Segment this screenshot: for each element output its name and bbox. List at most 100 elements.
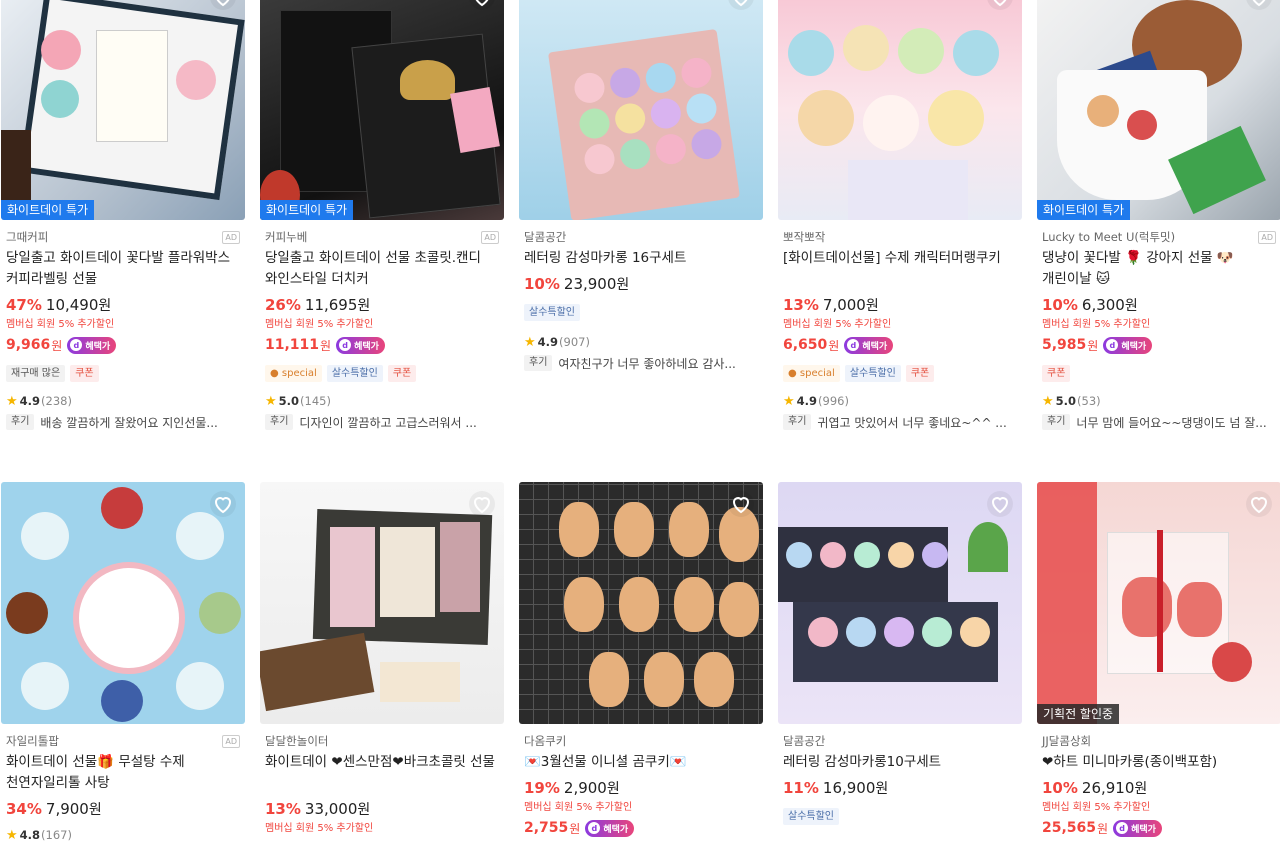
product-title[interactable]: 💌3월선물 이니셜 곰쿠키💌	[524, 752, 758, 773]
artist-name[interactable]: 뽀작뽀작	[783, 229, 825, 245]
chip-coupon: 쿠폰	[70, 364, 99, 382]
product-image[interactable]	[778, 482, 1022, 724]
benefit-badge: d 혜택가	[1113, 819, 1162, 837]
heart-outline-icon	[993, 0, 1007, 7]
review-snippet[interactable]: 여자친구가 너무 좋아하네요 감사...	[558, 355, 735, 372]
discount-rate: 13%	[783, 296, 819, 314]
rating-score: 5.0	[1055, 394, 1077, 408]
ad-label: AD	[1258, 230, 1276, 244]
product-card[interactable]: 달달한놀이터 화이트데이 ❤센스만점❤바크초콜릿 선물 13% 33,000원 멤…	[260, 482, 504, 836]
star-icon: ★	[6, 827, 18, 843]
review-snippet[interactable]: 배송 깔끔하게 잘왔어요 지인선물...	[40, 414, 217, 431]
product-title[interactable]: 댕냥이 꽃다발 🌹 강아지 선물 🐶 개린이날 🐱	[1042, 248, 1276, 290]
review-snippet[interactable]: 디자인이 깔끔하고 고급스러워서 ...	[299, 414, 476, 431]
review-snippet[interactable]: 너무 맘에 들어요~~댕댕이도 넘 잘...	[1076, 414, 1266, 431]
rating-count: (907)	[559, 335, 590, 349]
chip-sale: 살수특할인	[524, 303, 580, 321]
artist-name[interactable]: 달콤공간	[524, 229, 566, 245]
wishlist-button[interactable]	[210, 491, 236, 517]
chocolate-box-illustration	[260, 0, 504, 220]
product-image[interactable]	[1, 482, 245, 724]
wishlist-button[interactable]	[728, 491, 754, 517]
flame-icon: ●	[788, 367, 797, 379]
product-image[interactable]: 기획전 할인중	[1037, 482, 1280, 724]
chip-sale: 살수특할인	[844, 364, 901, 382]
wishlist-button[interactable]	[210, 0, 236, 10]
artist-name[interactable]: 커피누베	[265, 229, 307, 245]
wishlist-button[interactable]	[1246, 491, 1272, 517]
star-icon: ★	[783, 393, 795, 409]
heart-outline-icon	[732, 497, 750, 514]
artist-name[interactable]: 다옴쿠키	[524, 733, 566, 749]
wishlist-button[interactable]	[987, 491, 1013, 517]
artist-name[interactable]: 자일리톨팝	[6, 733, 59, 749]
product-title[interactable]: 화이트데이 ❤센스만점❤바크초콜릿 선물	[265, 752, 499, 794]
dog-bouquet-illustration	[1037, 0, 1280, 220]
product-image[interactable]	[519, 0, 763, 220]
product-card[interactable]: 화이트데이 특가 그때커피 AD 당일출고 화이트데이 꽃다발 플라워박스 커피라…	[1, 0, 245, 431]
chip-coupon: 쿠폰	[387, 364, 417, 382]
product-image[interactable]	[260, 482, 504, 724]
heart-outline-icon	[475, 0, 489, 7]
heart-outline-icon	[216, 0, 230, 7]
bear-cookie-illustration	[519, 482, 763, 724]
product-title[interactable]: 당일출고 화이트데이 선물 초콜릿.캔디 와인스타일 더치커	[265, 248, 499, 290]
review-tag: 후기	[6, 414, 35, 430]
membership-note: 멤버십 회원 5% 추가할인	[6, 319, 115, 330]
macaron-10-box-illustration	[778, 482, 1022, 724]
product-title[interactable]: 당일출고 화이트데이 꽃다발 플라워박스 커피라벨링 선물	[6, 248, 240, 290]
wishlist-button[interactable]	[1246, 0, 1272, 10]
member-price: 5,985	[1042, 337, 1087, 353]
product-image[interactable]: 화이트데이 특가	[1, 0, 245, 220]
product-image[interactable]	[519, 482, 763, 724]
wishlist-button[interactable]	[987, 0, 1013, 10]
rating-score: 4.8	[19, 828, 41, 842]
promo-badge: 화이트데이 특가	[1, 200, 95, 220]
product-title[interactable]: [화이트데이선물] 수제 캐릭터머랭쿠키	[783, 248, 1017, 290]
wishlist-button[interactable]	[469, 491, 495, 517]
membership-note: 멤버십 회원 5% 추가할인	[265, 823, 374, 834]
rating-count: (167)	[41, 828, 72, 842]
product-image[interactable]: 화이트데이 특가	[260, 0, 504, 220]
artist-name[interactable]: JJ달콤상회	[1042, 733, 1091, 749]
price: 7,000	[822, 296, 866, 314]
product-card[interactable]: 다옴쿠키 💌3월선물 이니셜 곰쿠키💌 19% 2,900원 멤버십 회원 5% …	[519, 482, 763, 839]
product-card[interactable]: 뽀작뽀작 [화이트데이선물] 수제 캐릭터머랭쿠키 13% 7,000원 멤버십 …	[778, 0, 1022, 431]
artist-name[interactable]: 그때커피	[6, 229, 48, 245]
product-card[interactable]: 달콤공간 레터링 감성마카롱 16구세트 10% 23,900원 살수특할인 ★ 4…	[519, 0, 763, 372]
rating-score: 4.9	[796, 394, 818, 408]
product-card[interactable]: 화이트데이 특가 커피누베 AD 당일출고 화이트데이 선물 초콜릿.캔디 와인스…	[260, 0, 504, 431]
product-card[interactable]: 기획전 할인중 JJ달콤상회 ❤하트 미니마카롱(종이백포함) 10% 26,91…	[1037, 482, 1280, 839]
rating-count: (996)	[818, 394, 849, 408]
star-icon: ★	[524, 334, 536, 350]
bark-chocolate-illustration	[260, 482, 504, 724]
wishlist-button[interactable]	[469, 0, 495, 10]
artist-name[interactable]: 달달한놀이터	[265, 733, 328, 749]
product-title[interactable]: 레터링 감성마카롱10구세트	[783, 752, 1017, 773]
product-card[interactable]: 달콤공간 레터링 감성마카롱10구세트 11% 16,900원 살수특할인	[778, 482, 1022, 826]
discount-rate: 10%	[524, 275, 560, 293]
product-title[interactable]: 화이트데이 선물🎁 무설탕 수제 천연자일리톨 사탕	[6, 752, 240, 794]
review-snippet[interactable]: 귀엽고 맛있어서 너무 좋네요~^^ ...	[817, 414, 1006, 431]
discount-rate: 10%	[1042, 296, 1078, 314]
product-title[interactable]: 레터링 감성마카롱 16구세트	[524, 248, 758, 269]
product-title[interactable]: ❤하트 미니마카롱(종이백포함)	[1042, 752, 1276, 773]
membership-note: 멤버십 회원 5% 추가할인	[783, 319, 892, 330]
review-tag: 후기	[265, 414, 294, 430]
price: 33,000	[304, 800, 358, 818]
star-icon: ★	[265, 393, 277, 409]
product-card[interactable]: 자일리톨팝 AD 화이트데이 선물🎁 무설탕 수제 천연자일리톨 사탕 34% 7,…	[1, 482, 245, 844]
artist-name[interactable]: Lucky to Meet U(럭투밋)	[1042, 229, 1175, 245]
product-card[interactable]: 화이트데이 특가 Lucky to Meet U(럭투밋) AD 댕냥이 꽃다발 …	[1037, 0, 1280, 431]
wishlist-button[interactable]	[728, 0, 754, 10]
artist-name[interactable]: 달콤공간	[783, 733, 825, 749]
chip-special: ● special	[783, 364, 840, 382]
product-image[interactable]: 화이트데이 특가	[1037, 0, 1280, 220]
benefit-badge: d 혜택가	[1103, 336, 1153, 354]
chip-special: ● special	[265, 364, 322, 382]
product-image[interactable]	[778, 0, 1022, 220]
benefit-badge: d 혜택가	[585, 819, 635, 837]
mini-macaron-illustration	[1037, 482, 1280, 724]
membership-note: 멤버십 회원 5% 추가할인	[1042, 319, 1151, 330]
price: 6,300	[1081, 296, 1125, 314]
